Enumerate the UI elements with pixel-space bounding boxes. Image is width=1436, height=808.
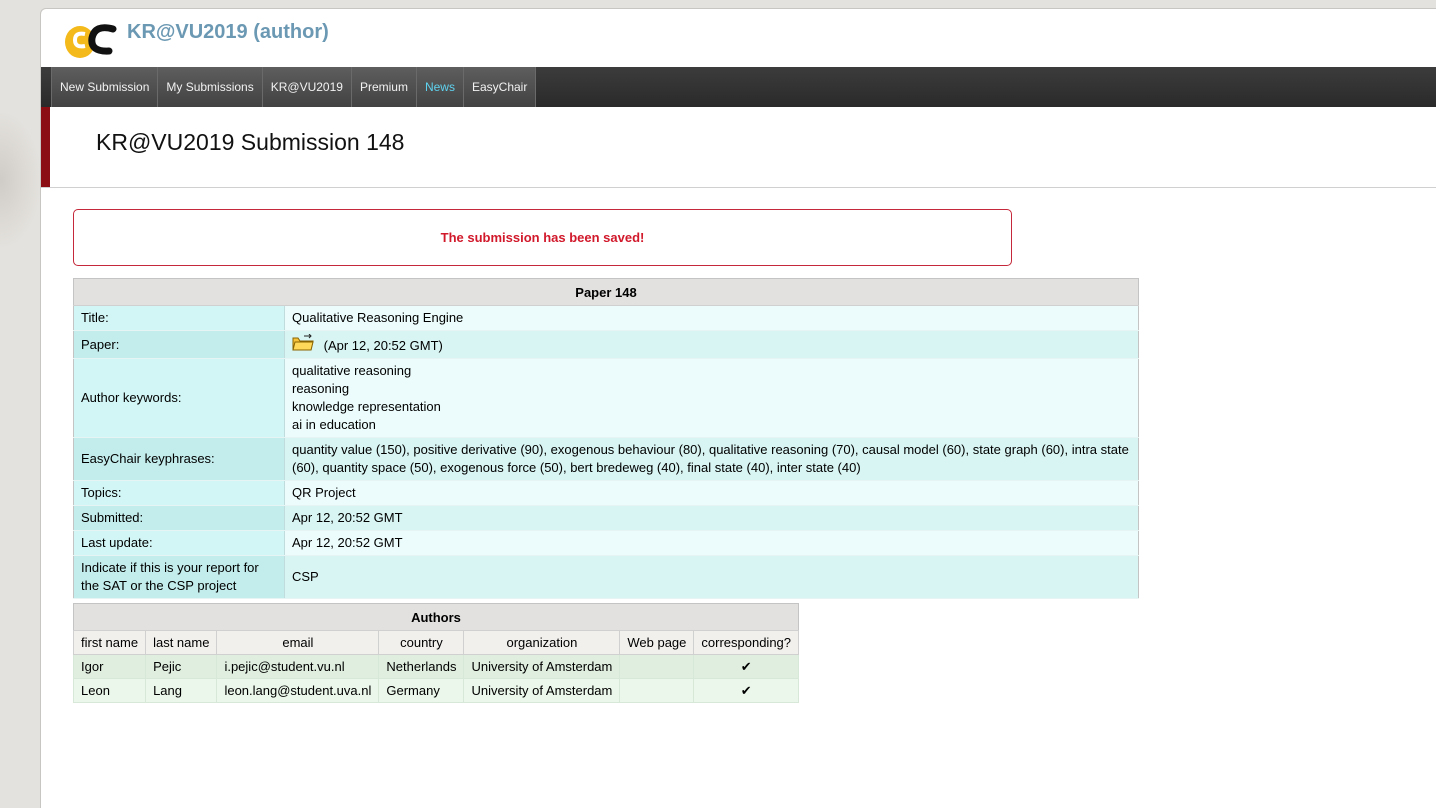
nav-news[interactable]: News xyxy=(415,67,463,107)
main-navbar: New Submission My Submissions KR@VU2019 … xyxy=(41,67,1436,107)
column-header: email xyxy=(216,630,380,655)
keyword-item: reasoning xyxy=(292,381,350,396)
success-message: The submission has been saved! xyxy=(440,230,645,245)
page-container: KR@VU2019 (author) New Submission My Sub… xyxy=(40,8,1436,808)
app-title[interactable]: KR@VU2019 (author) xyxy=(127,21,329,44)
nav-new-submission[interactable]: New Submission xyxy=(51,67,158,107)
report-label: Indicate if this is your report for the … xyxy=(73,555,285,599)
nav-easychair[interactable]: EasyChair xyxy=(462,67,537,107)
author-country: Germany xyxy=(378,678,465,703)
author-first-name: Igor xyxy=(72,654,147,679)
authors-caption: Authors xyxy=(73,603,799,631)
table-row: Author keywords: qualitative reasoning r… xyxy=(73,358,1139,438)
topics-value: QR Project xyxy=(284,480,1139,506)
column-header: organization xyxy=(463,630,621,655)
corresponding-check: ✔ xyxy=(693,678,800,703)
author-organization: University of Amsterdam xyxy=(463,654,621,679)
success-message-box: The submission has been saved! xyxy=(73,209,1012,266)
table-row: Leon Lang leon.lang@student.uva.nl Germa… xyxy=(72,678,800,703)
column-header: corresponding? xyxy=(693,630,800,655)
author-email: leon.lang@student.uva.nl xyxy=(216,678,380,703)
author-country: Netherlands xyxy=(378,654,465,679)
paper-value-cell: (Apr 12, 20:52 GMT) xyxy=(284,330,1139,359)
paper-info-table: Paper 148 Title: Qualitative Reasoning E… xyxy=(73,278,1139,599)
keyphrases-label: EasyChair keyphrases: xyxy=(73,437,285,481)
background-decoration xyxy=(0,110,42,250)
table-row: Title: Qualitative Reasoning Engine xyxy=(73,305,1139,331)
column-header: country xyxy=(378,630,465,655)
table-row: EasyChair keyphrases: quantity value (15… xyxy=(73,437,1139,481)
keywords-value: qualitative reasoning reasoning knowledg… xyxy=(284,358,1139,438)
last-update-value: Apr 12, 20:52 GMT xyxy=(284,530,1139,556)
nav-premium[interactable]: Premium xyxy=(350,67,416,107)
nav-conference[interactable]: KR@VU2019 xyxy=(261,67,351,107)
author-last-name: Pejic xyxy=(145,654,218,679)
easychair-logo[interactable] xyxy=(63,20,117,60)
corresponding-check: ✔ xyxy=(693,654,800,679)
folder-icon[interactable] xyxy=(292,334,314,352)
author-organization: University of Amsterdam xyxy=(463,678,621,703)
table-row: Indicate if this is your report for the … xyxy=(73,555,1139,599)
author-last-name: Lang xyxy=(145,678,218,703)
title-accent-bar xyxy=(41,107,50,187)
submitted-label: Submitted: xyxy=(73,505,285,531)
author-web-page xyxy=(619,678,695,703)
column-header: first name xyxy=(72,630,147,655)
keyword-item: knowledge representation xyxy=(292,399,441,414)
paper-date: (Apr 12, 20:52 GMT) xyxy=(323,338,443,353)
keyphrases-value: quantity value (150), positive derivativ… xyxy=(284,437,1139,481)
author-email: i.pejic@student.vu.nl xyxy=(216,654,380,679)
authors-table: Authors first name last name email count… xyxy=(72,603,800,703)
header: KR@VU2019 (author) xyxy=(41,9,1436,67)
table-row: Igor Pejic i.pejic@student.vu.nl Netherl… xyxy=(72,654,800,679)
nav-my-submissions[interactable]: My Submissions xyxy=(157,67,262,107)
keyword-item: ai in education xyxy=(292,417,376,432)
table-row: Last update: Apr 12, 20:52 GMT xyxy=(73,530,1139,556)
page-title: KR@VU2019 Submission 148 xyxy=(96,129,405,155)
title-band: KR@VU2019 Submission 148 xyxy=(41,107,1436,188)
keywords-label: Author keywords: xyxy=(73,358,285,438)
last-update-label: Last update: xyxy=(73,530,285,556)
author-first-name: Leon xyxy=(72,678,147,703)
author-web-page xyxy=(619,654,695,679)
title-value: Qualitative Reasoning Engine xyxy=(284,305,1139,331)
paper-label: Paper: xyxy=(73,330,285,359)
title-label: Title: xyxy=(73,305,285,331)
column-header: Web page xyxy=(619,630,695,655)
report-value: CSP xyxy=(284,555,1139,599)
table-row: Submitted: Apr 12, 20:52 GMT xyxy=(73,505,1139,531)
paper-caption: Paper 148 xyxy=(73,278,1139,306)
topics-label: Topics: xyxy=(73,480,285,506)
submitted-value: Apr 12, 20:52 GMT xyxy=(284,505,1139,531)
table-row: Topics: QR Project xyxy=(73,480,1139,506)
column-header: last name xyxy=(145,630,218,655)
table-row: Paper: (Apr 12, 20:52 GMT) xyxy=(73,330,1139,359)
keyword-item: qualitative reasoning xyxy=(292,363,412,378)
